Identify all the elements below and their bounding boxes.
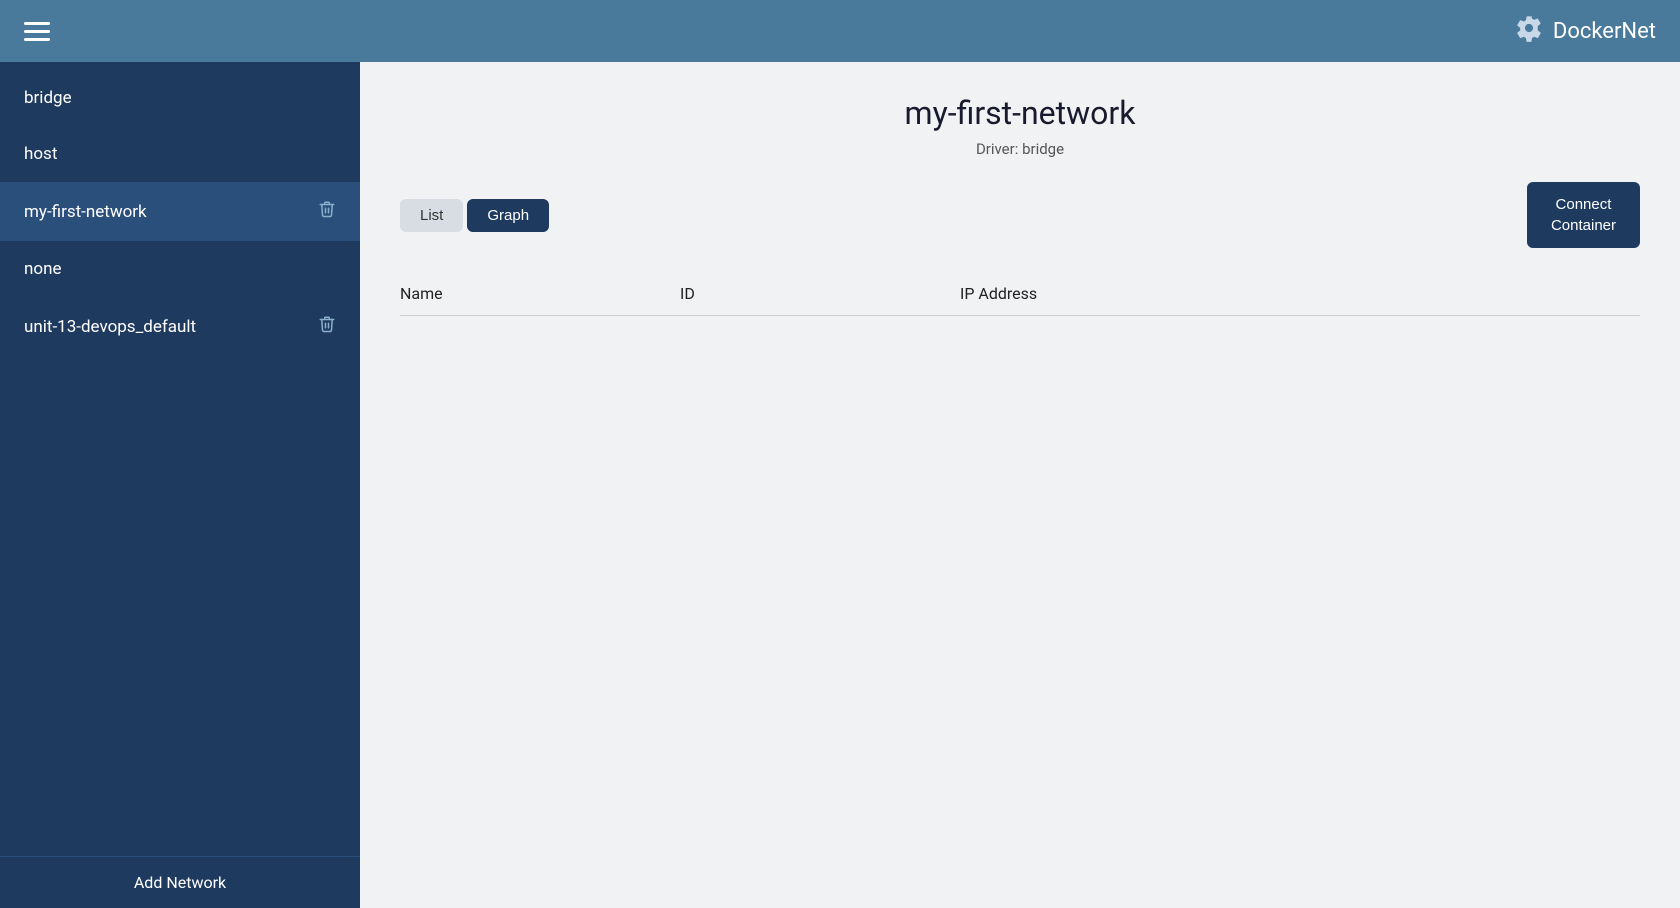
- tab-group: List Graph: [400, 199, 549, 232]
- trash-icon[interactable]: [318, 315, 336, 338]
- app-title: DockerNet: [1553, 19, 1656, 44]
- app-title-container: DockerNet: [1515, 14, 1656, 48]
- network-driver: Driver: bridge: [400, 140, 1640, 158]
- sidebar-item-label: none: [24, 259, 62, 279]
- main-layout: bridge host my-first-network none unit-13-de…: [0, 62, 1680, 908]
- sidebar-item-label: my-first-network: [24, 202, 147, 222]
- column-header-name: Name: [400, 284, 680, 303]
- tab-graph[interactable]: Graph: [467, 199, 549, 232]
- sidebar-item-host[interactable]: host: [0, 126, 360, 182]
- content-toolbar: List Graph ConnectContainer: [400, 182, 1640, 248]
- column-header-id: ID: [680, 284, 960, 303]
- add-network-button[interactable]: Add Network: [0, 856, 360, 908]
- navbar: DockerNet: [0, 0, 1680, 62]
- sidebar-network-list: bridge host my-first-network none unit-13-de…: [0, 62, 360, 856]
- sidebar: bridge host my-first-network none unit-13-de…: [0, 62, 360, 908]
- sidebar-item-none[interactable]: none: [0, 241, 360, 297]
- hamburger-menu[interactable]: [24, 22, 50, 41]
- sidebar-item-label: bridge: [24, 88, 72, 108]
- sidebar-item-label: host: [24, 144, 57, 164]
- connect-container-button[interactable]: ConnectContainer: [1527, 182, 1640, 248]
- sidebar-item-unit-13-devops_default[interactable]: unit-13-devops_default: [0, 297, 360, 356]
- network-title: my-first-network: [400, 94, 1640, 132]
- table-header: Name ID IP Address: [400, 272, 1640, 316]
- gear-icon: [1515, 14, 1543, 48]
- tab-list[interactable]: List: [400, 199, 463, 232]
- column-header-ip: IP Address: [960, 284, 1640, 303]
- trash-icon[interactable]: [318, 200, 336, 223]
- sidebar-item-my-first-network[interactable]: my-first-network: [0, 182, 360, 241]
- content-area: my-first-network Driver: bridge List Gra…: [360, 62, 1680, 908]
- sidebar-item-bridge[interactable]: bridge: [0, 70, 360, 126]
- sidebar-item-label: unit-13-devops_default: [24, 317, 196, 337]
